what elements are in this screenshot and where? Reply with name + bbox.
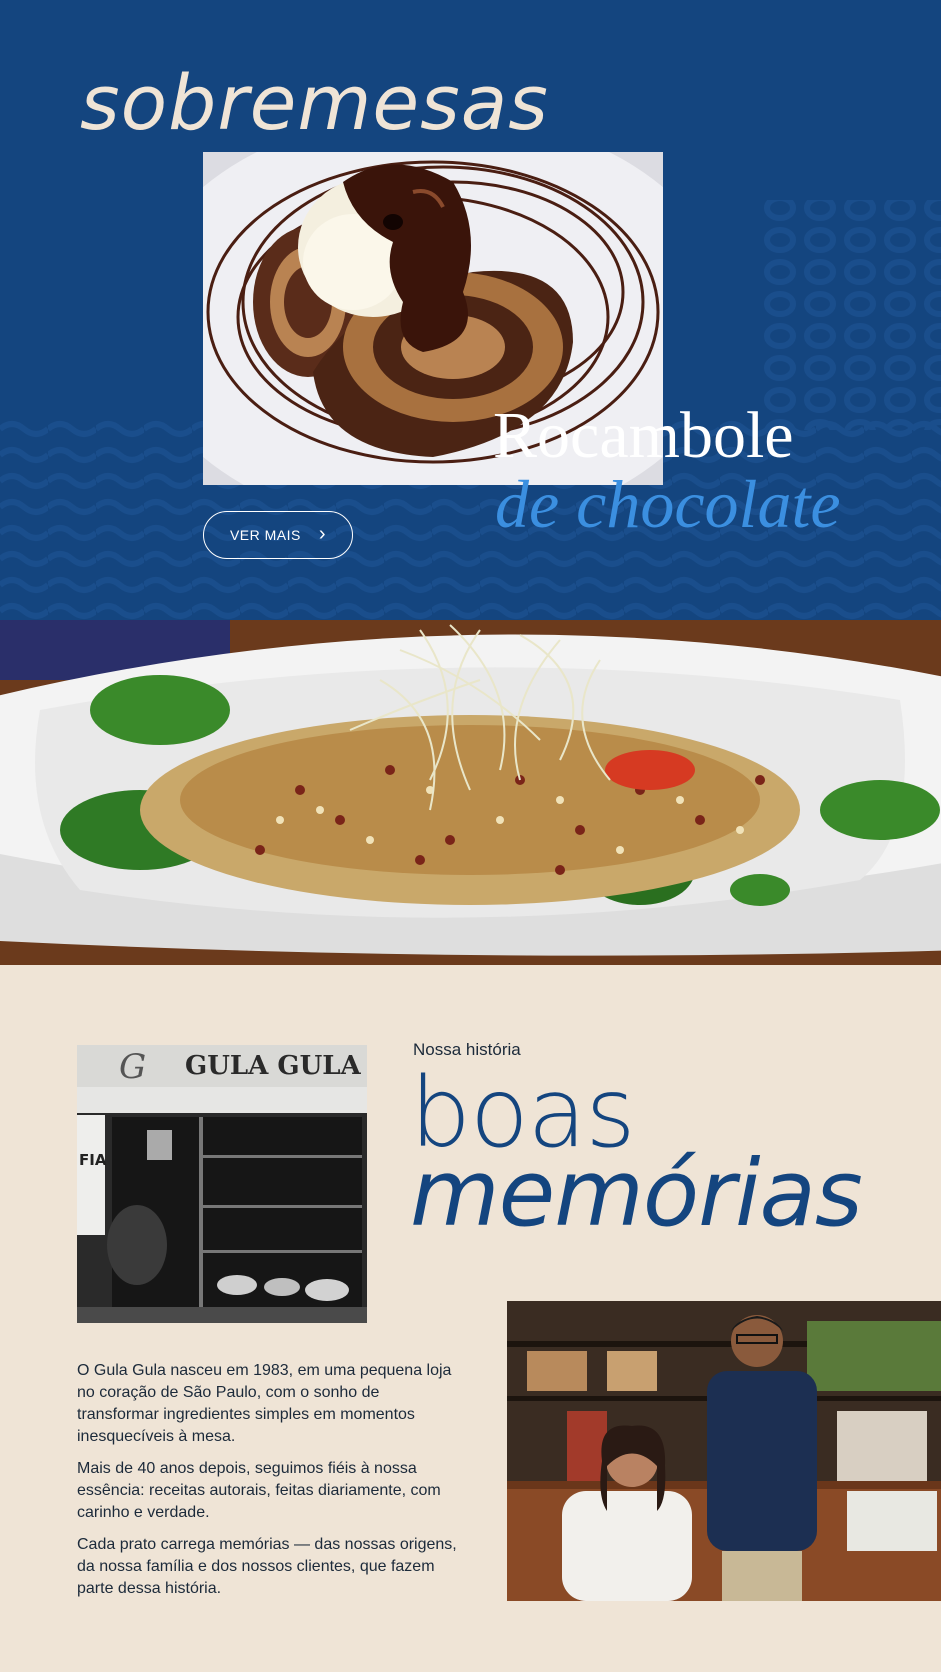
story-body: O Gula Gula nasceu em 1983, em uma peque… <box>77 1360 457 1610</box>
section-title: sobremesas <box>80 58 549 147</box>
dish-name-line1: Rocambole <box>493 399 794 472</box>
ver-mais-label: VER MAIS <box>229 527 301 543</box>
story-title-line2: memórias <box>410 1140 863 1247</box>
store-archive-photo: GULA GULA G FIA <box>77 1045 367 1323</box>
svg-text:FIA: FIA <box>79 1151 107 1169</box>
story-paragraph: Cada prato carrega memórias — das nossas… <box>77 1536 457 1597</box>
story-paragraph: O Gula Gula nasceu em 1983, em uma peque… <box>77 1362 452 1445</box>
store-sign-text: GULA GULA <box>185 1051 362 1081</box>
desserts-hero: sobremesas Rocambole de chocolate VER MA… <box>0 0 941 620</box>
owners-photo <box>507 1301 941 1601</box>
ver-mais-button[interactable]: VER MAIS › <box>203 511 353 559</box>
dish-name-line2: de chocolate <box>495 466 841 542</box>
chevron-right-icon: › <box>318 523 327 545</box>
our-history-section: GULA GULA G FIA Nossa história boas memó… <box>0 965 941 1672</box>
quinoa-salad-photo <box>0 620 941 965</box>
story-paragraph: Mais de 40 anos depois, seguimos fiéis à… <box>77 1460 441 1521</box>
svg-text:G: G <box>119 1047 146 1087</box>
